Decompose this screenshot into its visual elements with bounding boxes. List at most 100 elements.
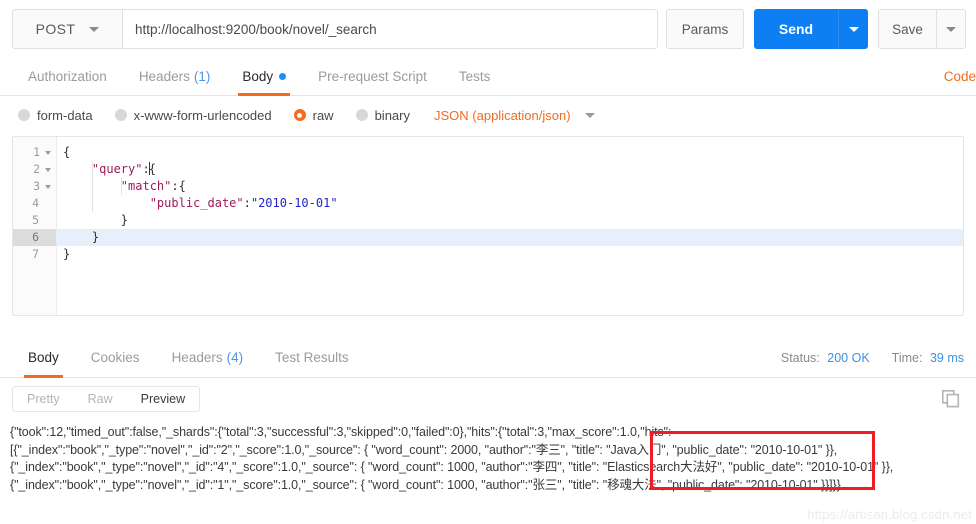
tab-pre-request-script[interactable]: Pre-request Script (302, 58, 443, 95)
fold-placeholder-icon (44, 236, 51, 240)
response-tab-cookies[interactable]: Cookies (75, 338, 156, 377)
url-text: http://localhost:9200/book/novel/_search (135, 21, 377, 37)
tab-headers[interactable]: Headers (1) (123, 58, 227, 95)
tab-body[interactable]: Body (226, 58, 302, 96)
tab-tests[interactable]: Tests (443, 58, 507, 95)
chevron-down-icon (584, 112, 595, 118)
time-badge: Time: 39 ms (892, 351, 964, 365)
gutter-line[interactable]: 3 (13, 178, 56, 195)
radio-icon (114, 109, 127, 121)
gutter-line[interactable]: 7 (13, 246, 56, 263)
body-type-label: x-www-form-urlencoded (133, 107, 272, 123)
gutter-line[interactable]: 5 (13, 212, 56, 229)
gutter-line[interactable]: 2 (13, 161, 56, 178)
line-number: 2 (33, 162, 40, 176)
tab-label: Headers (138, 69, 190, 84)
tab-authorization[interactable]: Authorization (12, 58, 123, 95)
view-pretty[interactable]: Pretty (13, 387, 74, 411)
params-button[interactable]: Params (666, 9, 744, 49)
save-options-button[interactable] (936, 9, 966, 49)
fold-arrow-icon[interactable] (45, 167, 51, 172)
view-label: Pretty (27, 392, 60, 406)
fold-placeholder-icon (44, 253, 51, 257)
line-number: 4 (32, 196, 39, 210)
gutter-line[interactable]: 1 (13, 144, 56, 161)
code-line: "query":{ (91, 162, 156, 176)
params-label: Params (681, 21, 729, 37)
fold-placeholder-icon (44, 202, 51, 206)
body-type-binary[interactable]: binary (355, 107, 410, 123)
tab-label: Pre-request Script (318, 69, 427, 84)
status-label: Status: (780, 350, 820, 365)
time-value: 39 ms (929, 350, 964, 365)
tab-label: Test Results (275, 350, 349, 365)
radio-icon (18, 109, 30, 121)
fold-arrow-icon[interactable] (45, 150, 51, 155)
body-type-form-data[interactable]: form-data (18, 108, 93, 123)
chevron-down-icon (848, 26, 859, 32)
gutter-line[interactable]: 4 (13, 195, 56, 212)
radio-icon (355, 109, 368, 121)
response-body-line: {"_index":"book","_type":"novel","_id":"… (10, 477, 841, 492)
view-label: Preview (140, 392, 186, 406)
line-number: 3 (33, 179, 40, 193)
code-line: "match":{ (120, 179, 186, 193)
response-body-line: {"_index":"book","_type":"novel","_id":"… (10, 460, 894, 474)
response-tab-headers[interactable]: Headers (4) (156, 338, 260, 377)
indent-guide (92, 161, 93, 212)
code-line: } (63, 247, 71, 261)
watermark: https://artisan.blog.csdn.net (807, 507, 972, 522)
code-line: } (63, 213, 129, 227)
request-tab-bar: Authorization Headers (1) Body Pre-reque… (0, 58, 976, 96)
editor-code-area[interactable]: { "query":{ "match":{ "public_date":"201… (57, 137, 963, 315)
response-view-toggle: Pretty Raw Preview (12, 386, 201, 412)
response-tab-test-results[interactable]: Test Results (259, 338, 365, 377)
url-input[interactable]: http://localhost:9200/book/novel/_search (122, 9, 658, 49)
line-number: 7 (32, 247, 39, 261)
body-type-x-www-form-urlencoded[interactable]: x-www-form-urlencoded (114, 107, 272, 123)
copy-icon[interactable] (942, 390, 960, 411)
response-body[interactable]: {"took":12,"timed_out":false,"_shards":{… (0, 420, 976, 494)
save-button-group: Save (878, 9, 966, 49)
save-button[interactable]: Save (878, 9, 936, 49)
code-line-current: } (57, 229, 963, 246)
line-number: 1 (33, 145, 40, 159)
headers-count: (4) (226, 350, 244, 365)
response-meta: Status: 200 OK Time: 39 ms (781, 338, 964, 377)
request-body-editor[interactable]: 1 2 3 4 5 6 7 { "query":{"match":{"pub… (12, 136, 964, 316)
send-button[interactable]: Send (754, 9, 838, 49)
fold-arrow-icon[interactable] (45, 184, 51, 189)
code-line: { (63, 145, 71, 159)
http-method-selector[interactable]: POST (12, 9, 122, 49)
status-badge: Status: 200 OK (781, 351, 870, 365)
editor-gutter: 1 2 3 4 5 6 7 (13, 137, 57, 315)
line-number: 6 (32, 230, 39, 244)
gutter-line-current[interactable]: 6 (13, 229, 56, 246)
response-tab-bar: Body Cookies Headers (4) Test Results St… (0, 338, 976, 378)
code-link[interactable]: Code (944, 58, 976, 95)
send-options-button[interactable] (838, 9, 868, 49)
content-type-label: JSON (application/json) (434, 107, 571, 123)
indent-guide (121, 178, 122, 195)
status-value: 200 OK (827, 350, 870, 365)
tab-label: Body (28, 350, 59, 365)
view-preview[interactable]: Preview (127, 387, 199, 411)
body-modified-dot-icon (279, 73, 287, 80)
response-tab-body[interactable]: Body (12, 338, 75, 378)
tab-label: Tests (458, 69, 491, 84)
request-url-bar: POST http://localhost:9200/book/novel/_s… (0, 0, 976, 58)
fold-placeholder-icon (44, 219, 51, 223)
http-method-label: POST (35, 21, 76, 37)
body-type-raw[interactable]: raw (293, 108, 334, 123)
content-type-selector[interactable]: JSON (application/json) (434, 108, 595, 123)
send-button-group: Send (754, 9, 868, 49)
tab-label: Cookies (90, 350, 140, 365)
line-number: 5 (32, 213, 39, 227)
save-label: Save (892, 21, 923, 37)
body-type-label: binary (374, 107, 410, 123)
chevron-down-icon (946, 26, 956, 32)
tab-label: Body (242, 69, 274, 84)
body-type-label: form-data (37, 107, 93, 123)
tab-label: Authorization (28, 69, 107, 84)
view-raw[interactable]: Raw (74, 387, 127, 411)
